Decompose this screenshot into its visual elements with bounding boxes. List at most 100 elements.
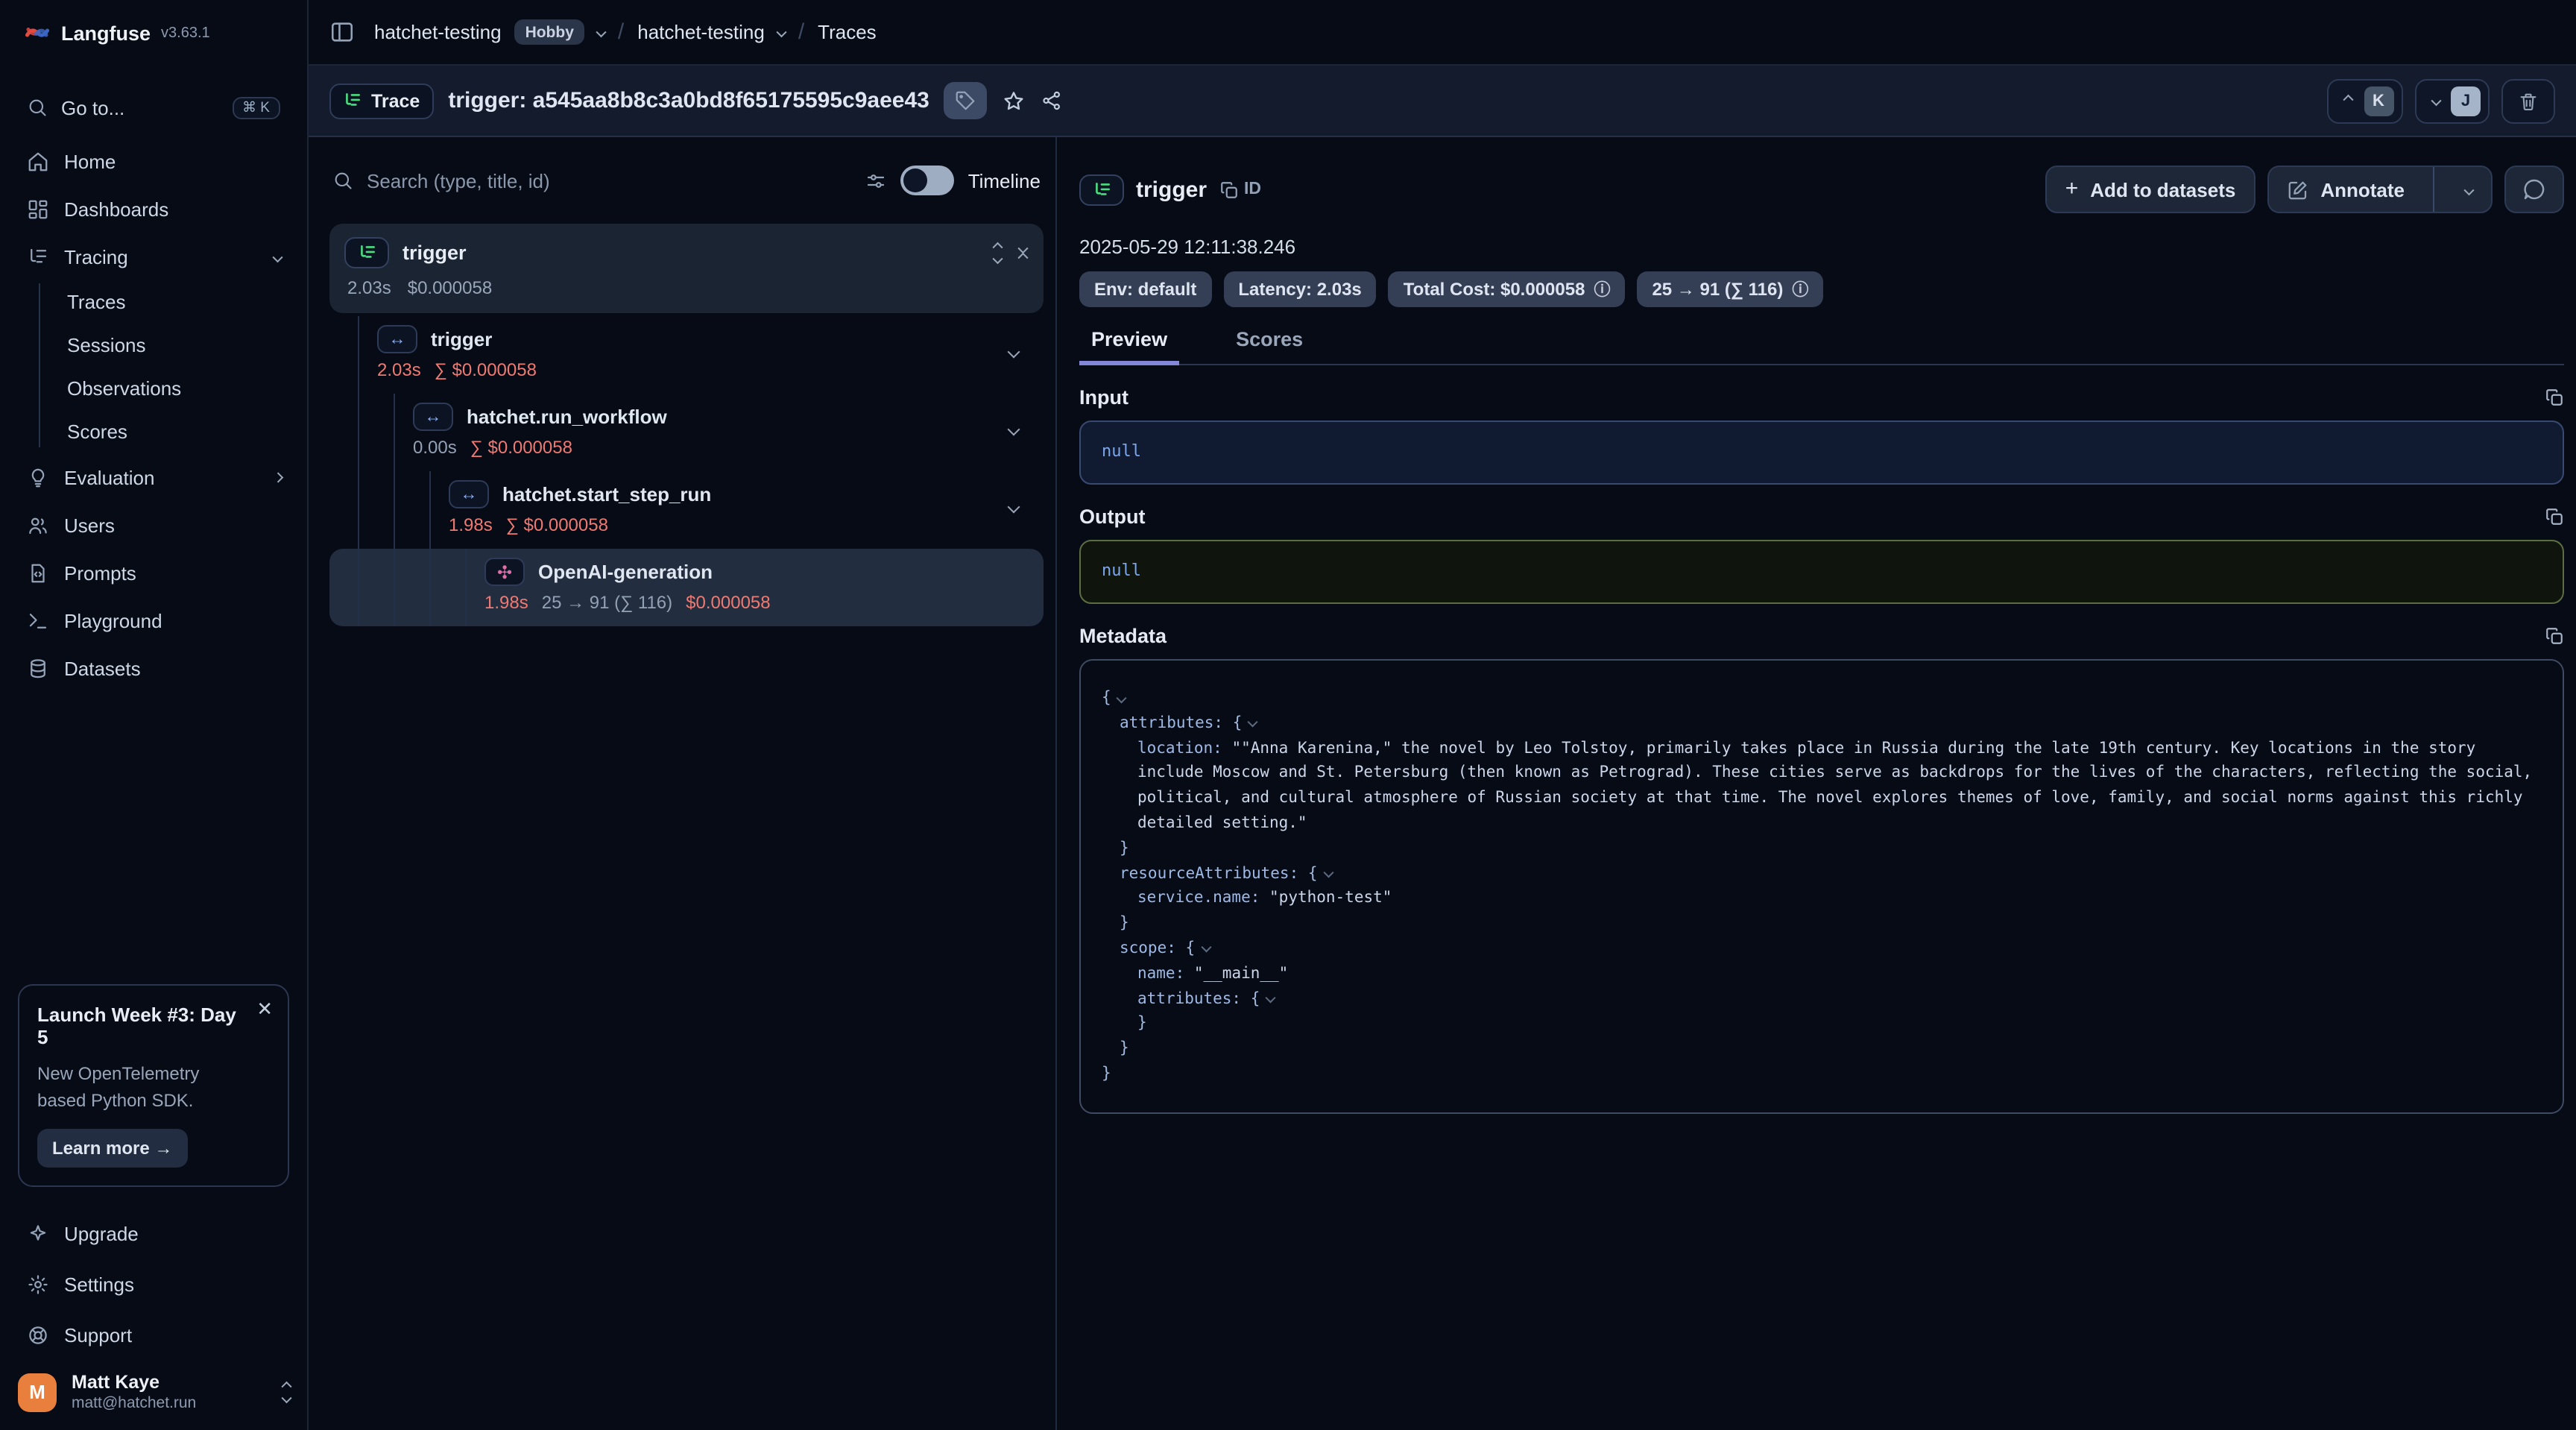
- collapse-node-icon[interactable]: [1324, 867, 1333, 877]
- trace-icon-badge: [344, 237, 389, 268]
- langfuse-logo-icon: [24, 19, 51, 46]
- sidebar-item-home[interactable]: Home: [15, 137, 292, 185]
- trace-root-cost: $0.000058: [408, 277, 492, 298]
- metric-badges: Env: defaultLatency: 2.03sTotal Cost: $0…: [1079, 271, 2564, 307]
- breadcrumb-page[interactable]: Traces: [818, 21, 877, 43]
- user-menu[interactable]: M Matt Kaye matt@hatchet.run: [18, 1372, 289, 1412]
- star-icon[interactable]: [1003, 89, 1026, 113]
- user-name: Matt Kaye: [72, 1372, 196, 1393]
- search-icon: [332, 170, 353, 191]
- tree-search-input[interactable]: [367, 169, 852, 192]
- json-line[interactable]: resourceAttributes: {: [1102, 861, 2542, 886]
- generation-icon: ✣: [484, 558, 525, 586]
- copy-id-button[interactable]: ID: [1219, 180, 1261, 199]
- node-duration: 1.98s: [484, 592, 528, 613]
- sidebar-item-settings[interactable]: Settings: [15, 1259, 292, 1309]
- app: Langfuse v3.63.1 Go to... ⌘ K HomeDashbo…: [0, 0, 2576, 1430]
- launch-week-card: ✕ Launch Week #3: Day 5 New OpenTelemetr…: [18, 984, 289, 1187]
- output-heading: Output: [1079, 505, 1145, 528]
- collapse-node-icon[interactable]: [1266, 992, 1276, 1002]
- tab-scores[interactable]: Scores: [1224, 321, 1315, 364]
- key-badge-j: J: [2451, 86, 2481, 116]
- collapse-node-icon[interactable]: [1201, 942, 1210, 952]
- collapse-node-icon[interactable]: [1117, 692, 1127, 702]
- info-icon: ⓘ: [1594, 277, 1610, 301]
- share-icon[interactable]: [1041, 89, 1064, 112]
- next-trace-button[interactable]: J: [2414, 78, 2490, 123]
- sidebar-item-sessions[interactable]: Sessions: [15, 324, 292, 367]
- collapse-all-icon[interactable]: [1019, 245, 1026, 261]
- sidebar-item-upgrade[interactable]: Upgrade: [15, 1208, 292, 1259]
- json-line[interactable]: attributes: {: [1102, 711, 2542, 737]
- chevron-right-icon: [272, 473, 282, 482]
- file-code-icon: [27, 561, 49, 584]
- sidebar-item-observations[interactable]: Observations: [15, 367, 292, 410]
- sidebar-item-evaluation[interactable]: Evaluation: [15, 453, 292, 501]
- observation-detail-panel: trigger ID + Add to datasets: [1057, 137, 2576, 1430]
- copy-icon: [1219, 180, 1238, 199]
- chevron-down-icon[interactable]: [596, 28, 606, 37]
- chevron-down-icon[interactable]: [777, 28, 786, 37]
- sidebar-item-datasets[interactable]: Datasets: [15, 644, 292, 692]
- annotate-split-button[interactable]: Annotate: [2267, 166, 2493, 213]
- tree-node-hatchet.run_workflow[interactable]: ↔hatchet.run_workflow0.00s∑ $0.000058: [329, 394, 1044, 471]
- sidebar-toggle-icon[interactable]: [329, 19, 355, 45]
- trace-root-row[interactable]: trigger 2.03s $0.000058: [329, 224, 1044, 313]
- node-duration: 1.98s: [449, 514, 493, 535]
- expand-all-icon[interactable]: [994, 245, 1001, 261]
- prev-trace-button[interactable]: K: [2327, 78, 2402, 123]
- output-value: null: [1079, 540, 2564, 604]
- sidebar-item-playground[interactable]: Playground: [15, 596, 292, 644]
- filter-sliders-icon[interactable]: [865, 169, 888, 192]
- collapse-node-icon[interactable]: [1248, 717, 1258, 727]
- breadcrumb-org[interactable]: hatchet-testing: [374, 21, 502, 43]
- tab-preview[interactable]: Preview: [1079, 321, 1179, 364]
- sidebar-item-traces[interactable]: Traces: [15, 280, 292, 324]
- add-to-datasets-button[interactable]: + Add to datasets: [2046, 166, 2255, 213]
- tree-node-openai-generation[interactable]: ✣OpenAI-generation1.98s25 → 91 (∑ 116)$0…: [329, 549, 1044, 626]
- learn-more-button[interactable]: Learn more →: [37, 1129, 187, 1168]
- sidebar-item-support[interactable]: Support: [15, 1309, 292, 1360]
- tag-button[interactable]: [944, 82, 988, 119]
- timeline-label: Timeline: [968, 169, 1041, 192]
- timeline-toggle[interactable]: [901, 166, 955, 195]
- tree-node-hatchet.start_step_run[interactable]: ↔hatchet.start_step_run1.98s∑ $0.000058: [329, 471, 1044, 549]
- annotate-dropdown[interactable]: [2446, 167, 2491, 212]
- copy-icon[interactable]: [2545, 388, 2564, 407]
- sidebar-nav: HomeDashboardsTracingTracesSessionsObser…: [0, 137, 307, 692]
- search-icon: [27, 97, 48, 118]
- sidebar-item-tracing[interactable]: Tracing: [15, 233, 292, 280]
- span-icon: ↔: [377, 325, 417, 353]
- sidebar-item-prompts[interactable]: Prompts: [15, 549, 292, 596]
- json-line[interactable]: attributes: {: [1102, 986, 2542, 1012]
- sidebar-item-dashboards[interactable]: Dashboards: [15, 185, 292, 233]
- database-icon: [27, 657, 49, 679]
- sidebar-group-tracing: TracesSessionsObservationsScores: [15, 280, 292, 453]
- breadcrumb-project[interactable]: hatchet-testing: [637, 21, 765, 43]
- terminal-icon: [27, 609, 49, 631]
- launch-card-body: New OpenTelemetry based Python SDK.: [37, 1060, 228, 1114]
- tree-node-trigger[interactable]: ↔trigger2.03s∑ $0.000058: [329, 316, 1044, 394]
- json-line[interactable]: {: [1102, 686, 2542, 711]
- annotate-button[interactable]: Annotate: [2268, 167, 2421, 212]
- sidebar-item-users[interactable]: Users: [15, 501, 292, 549]
- trace-icon: [357, 243, 376, 262]
- dashboards-icon: [27, 198, 49, 220]
- input-heading: Input: [1079, 386, 1128, 409]
- json-line: }: [1102, 837, 2542, 862]
- goto-search[interactable]: Go to... ⌘ K: [15, 84, 292, 131]
- comments-button[interactable]: [2504, 166, 2564, 213]
- sidebar: Langfuse v3.63.1 Go to... ⌘ K HomeDashbo…: [0, 0, 309, 1430]
- node-cost: ∑ $0.000058: [435, 359, 537, 380]
- copy-icon[interactable]: [2545, 507, 2564, 526]
- delete-trace-button[interactable]: [2501, 78, 2555, 123]
- node-name: hatchet.run_workflow: [467, 406, 667, 428]
- node-cost: ∑ $0.000058: [506, 514, 608, 535]
- json-line[interactable]: scope: {: [1102, 936, 2542, 962]
- tag-icon: [955, 89, 977, 112]
- close-icon[interactable]: ✕: [256, 999, 273, 1018]
- trace-type-badge: Trace: [329, 83, 433, 119]
- json-line: }: [1102, 911, 2542, 936]
- sidebar-item-scores[interactable]: Scores: [15, 410, 292, 453]
- copy-icon[interactable]: [2545, 626, 2564, 646]
